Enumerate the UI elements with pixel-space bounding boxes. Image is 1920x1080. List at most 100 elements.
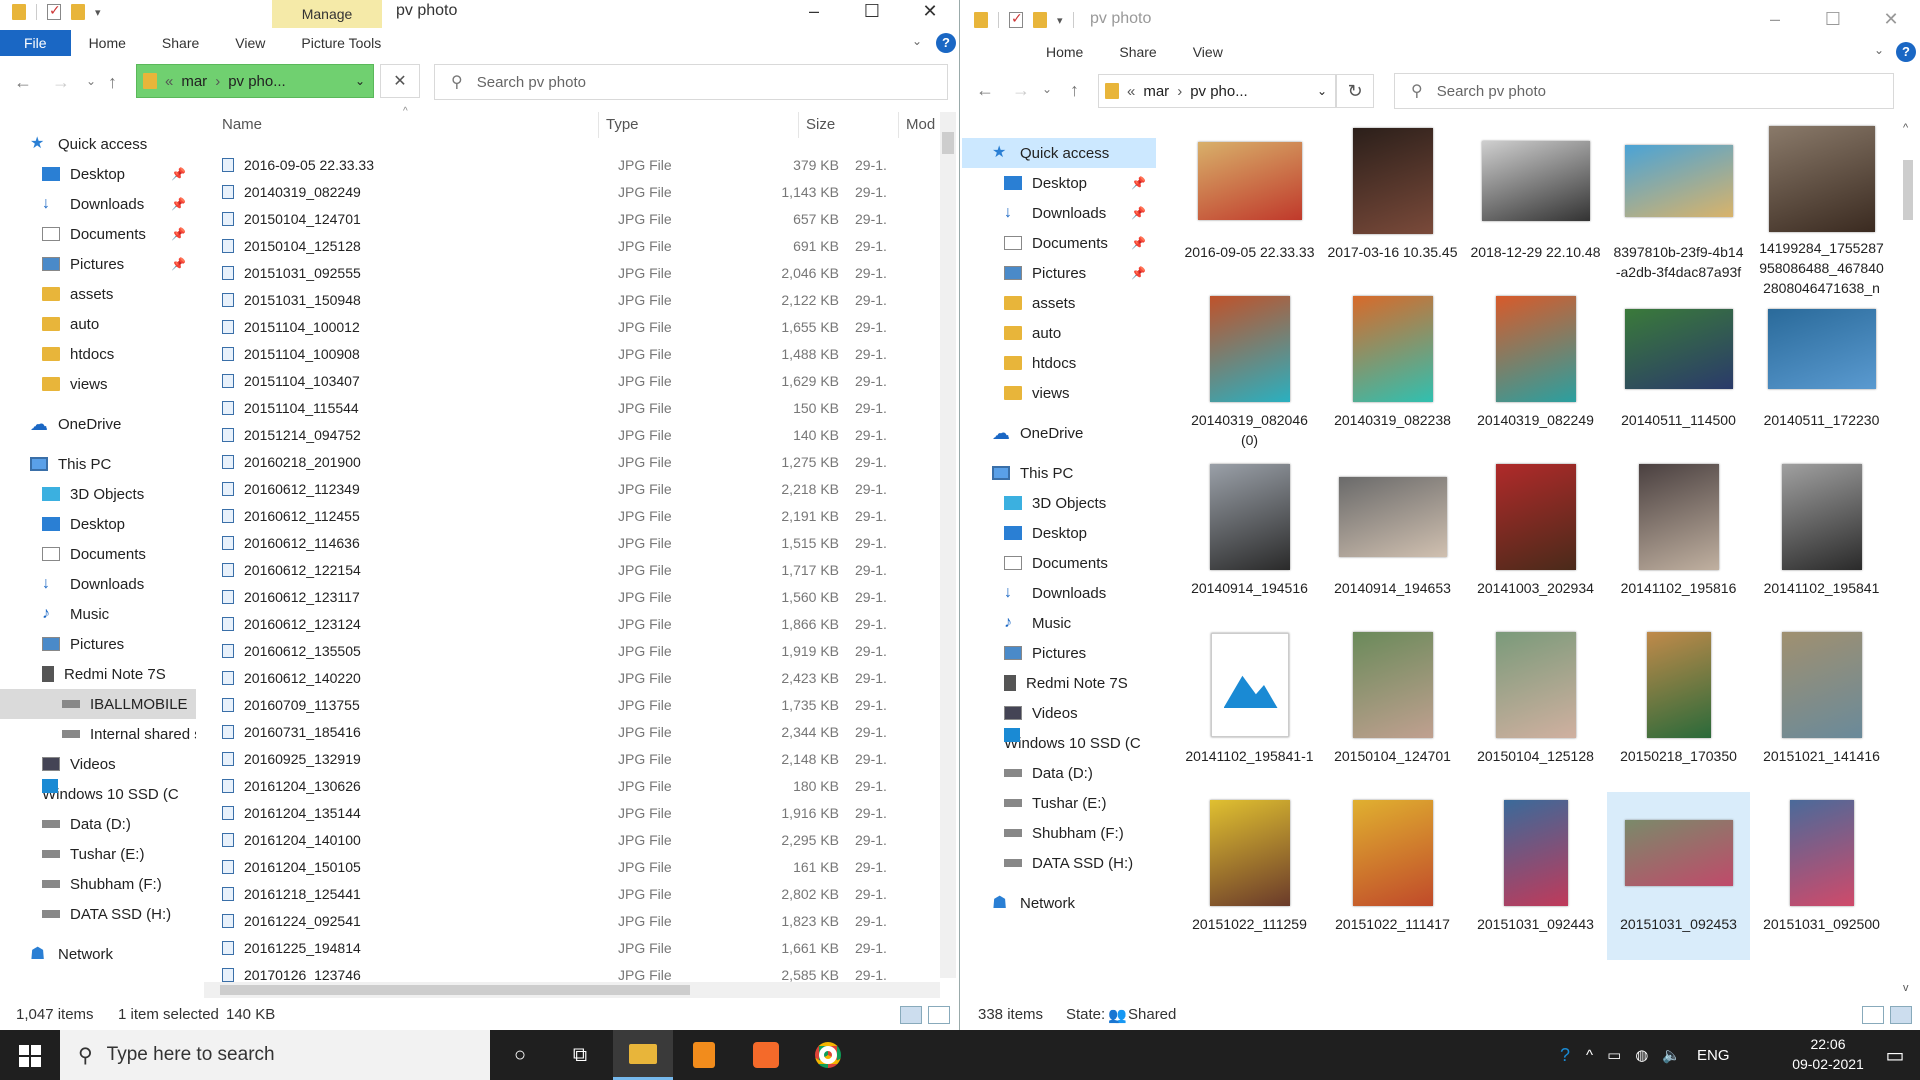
taskbar-search[interactable]: ⚲ Type here to search xyxy=(60,1030,490,1080)
nav-item[interactable]: Videos xyxy=(0,749,196,779)
help-icon[interactable]: ? xyxy=(936,33,956,53)
table-row[interactable]: 20161204_150105 JPG File 161 KB 29-1. xyxy=(222,853,940,880)
thumbnail-item[interactable]: 20141102_195841-1 xyxy=(1178,624,1321,792)
tab-picture-tools[interactable]: Picture Tools xyxy=(283,30,399,56)
file-explorer-icon[interactable] xyxy=(613,1030,673,1080)
pin-icon[interactable]: 📌 xyxy=(1131,176,1146,190)
close-icon[interactable]: ✕ xyxy=(1862,8,1920,34)
nav-item[interactable]: Shubham (F:) xyxy=(962,818,1156,848)
nav-item[interactable]: ↓ Downloads 📌 xyxy=(962,198,1156,228)
back-arrow-icon[interactable]: ← xyxy=(976,80,994,101)
nav-item[interactable]: views xyxy=(962,378,1156,408)
vertical-scrollbar[interactable]: ^ v xyxy=(1900,120,1916,996)
sublime-text-icon[interactable] xyxy=(674,1030,734,1080)
table-row[interactable]: 20161204_135144 JPG File 1,916 KB 29-1. xyxy=(222,799,940,826)
nav-item[interactable]: Pictures 📌 xyxy=(0,249,196,279)
back-arrow-icon[interactable]: ← xyxy=(14,72,32,93)
thumbnail-item[interactable]: 20140914_194653 xyxy=(1321,456,1464,624)
nav-item[interactable]: Documents xyxy=(0,539,196,569)
nav-item[interactable]: auto xyxy=(962,318,1156,348)
help-tray-icon[interactable]: ? xyxy=(1560,1045,1570,1066)
table-row[interactable]: 20140319_082249 JPG File 1,143 KB 29-1. xyxy=(222,178,940,205)
large-icons-view-icon[interactable] xyxy=(928,1006,950,1024)
thumbnail-item[interactable]: 20141102_195841 xyxy=(1750,456,1893,624)
nav-item[interactable]: Data (D:) xyxy=(0,809,196,839)
nav-item[interactable]: Tushar (E:) xyxy=(0,839,196,869)
minimize-icon[interactable]: – xyxy=(785,0,843,26)
table-row[interactable]: 20160612_122154 JPG File 1,717 KB 29-1. xyxy=(222,556,940,583)
chrome-icon[interactable] xyxy=(798,1030,858,1080)
details-view-icon[interactable] xyxy=(1862,1006,1884,1024)
pin-icon[interactable]: 📌 xyxy=(171,167,186,181)
recent-locations-icon[interactable]: ⌄ xyxy=(1042,82,1052,96)
table-row[interactable]: 20160612_123117 JPG File 1,560 KB 29-1. xyxy=(222,583,940,610)
start-button[interactable] xyxy=(0,1030,60,1080)
thumbnail-item[interactable]: 2017-03-16 10.35.45 xyxy=(1321,120,1464,288)
up-arrow-icon[interactable]: ↑ xyxy=(108,72,117,93)
nav-item[interactable]: Redmi Note 7S xyxy=(962,668,1156,698)
thumbnail-item[interactable]: 8397810b-23f9-4b14-a2db-3f4dac87a93f xyxy=(1607,120,1750,288)
nav-item[interactable]: Windows 10 SSD (C xyxy=(962,728,1156,758)
search-input[interactable]: Search pv photo xyxy=(477,74,586,91)
scroll-thumb[interactable] xyxy=(942,132,954,154)
vertical-scrollbar[interactable] xyxy=(940,112,956,978)
thumbnail-item[interactable]: 20140319_082046(0) xyxy=(1178,288,1321,456)
nav-item[interactable]: ★ Quick access xyxy=(0,129,196,159)
volume-icon[interactable]: 🔈 xyxy=(1662,1046,1681,1064)
nav-item[interactable]: Data (D:) xyxy=(962,758,1156,788)
nav-item[interactable]: Desktop xyxy=(962,518,1156,548)
details-view-icon[interactable] xyxy=(900,1006,922,1024)
table-row[interactable]: 2016-09-05 22.33.33 JPG File 379 KB 29-1. xyxy=(222,151,940,178)
nav-item[interactable]: IBALLMOBILE xyxy=(0,689,196,719)
table-row[interactable]: 20161218_125441 JPG File 2,802 KB 29-1. xyxy=(222,880,940,907)
nav-item[interactable]: ★ Quick access xyxy=(962,138,1156,168)
nav-item[interactable]: This PC xyxy=(0,449,196,479)
scroll-thumb[interactable] xyxy=(1903,160,1913,220)
properties-icon[interactable] xyxy=(1009,10,1023,28)
table-row[interactable]: 20161224_092541 JPG File 1,823 KB 29-1. xyxy=(222,907,940,934)
path-overflow[interactable]: « xyxy=(165,73,173,90)
nav-item[interactable]: assets xyxy=(962,288,1156,318)
notifications-icon[interactable]: ▭ xyxy=(1870,1030,1920,1080)
thumbnail-item[interactable]: 20140511_172230 xyxy=(1750,288,1893,456)
nav-item[interactable]: auto xyxy=(0,309,196,339)
nav-item[interactable]: Videos xyxy=(962,698,1156,728)
address-dropdown-icon[interactable]: ⌄ xyxy=(355,74,365,88)
nav-item[interactable]: ☁ OneDrive xyxy=(962,418,1156,448)
table-row[interactable]: 20161204_130626 JPG File 180 KB 29-1. xyxy=(222,772,940,799)
maximize-icon[interactable]: ☐ xyxy=(1804,8,1862,34)
nav-item[interactable]: htdocs xyxy=(962,348,1156,378)
thumbnail-item[interactable]: 20141102_195816 xyxy=(1607,456,1750,624)
battery-icon[interactable]: ▭ xyxy=(1607,1046,1621,1064)
thumbnail-item[interactable]: 2016-09-05 22.33.33 xyxy=(1178,120,1321,288)
table-row[interactable]: 20160612_114636 JPG File 1,515 KB 29-1. xyxy=(222,529,940,556)
thumbnail-item[interactable]: 20151021_141416 xyxy=(1750,624,1893,792)
thumbnail-item[interactable]: 20141003_202934 xyxy=(1464,456,1607,624)
scroll-thumb[interactable] xyxy=(220,985,690,995)
thumbnail-item[interactable]: 20151022_111417 xyxy=(1321,792,1464,960)
nav-item[interactable]: ☗ Network xyxy=(962,888,1156,918)
table-row[interactable]: 20160709_113755 JPG File 1,735 KB 29-1. xyxy=(222,691,940,718)
new-folder-icon[interactable] xyxy=(1033,12,1047,28)
pin-icon[interactable]: 📌 xyxy=(171,197,186,211)
manage-context-tab[interactable]: Manage xyxy=(272,0,382,28)
thumbnail-item[interactable]: 20150218_170350 xyxy=(1607,624,1750,792)
breadcrumb-mar[interactable]: mar xyxy=(1143,83,1169,100)
thumbnail-item[interactable]: 20150104_125128 xyxy=(1464,624,1607,792)
tab-file[interactable]: File xyxy=(0,30,71,56)
large-icons-view-icon[interactable] xyxy=(1890,1006,1912,1024)
column-type[interactable]: Type xyxy=(606,110,639,140)
nav-item[interactable]: Internal shared stc xyxy=(0,719,196,749)
task-view-icon[interactable]: ⧉ xyxy=(550,1030,610,1080)
properties-icon[interactable] xyxy=(47,2,61,20)
table-row[interactable]: 20151104_100908 JPG File 1,488 KB 29-1. xyxy=(222,340,940,367)
maximize-icon[interactable]: ☐ xyxy=(843,0,901,26)
path-overflow[interactable]: « xyxy=(1127,83,1135,100)
up-arrow-icon[interactable]: ↑ xyxy=(1070,80,1079,101)
table-row[interactable]: 20151104_103407 JPG File 1,629 KB 29-1. xyxy=(222,367,940,394)
ribbon-expand-icon[interactable]: ⌄ xyxy=(912,34,922,48)
table-row[interactable]: 20160925_132919 JPG File 2,148 KB 29-1. xyxy=(222,745,940,772)
pin-icon[interactable]: 📌 xyxy=(1131,236,1146,250)
thumbnail-item[interactable]: 14199284_1755287958086488_46784028080464… xyxy=(1750,120,1893,296)
show-hidden-icons-icon[interactable]: ^ xyxy=(1586,1047,1593,1064)
